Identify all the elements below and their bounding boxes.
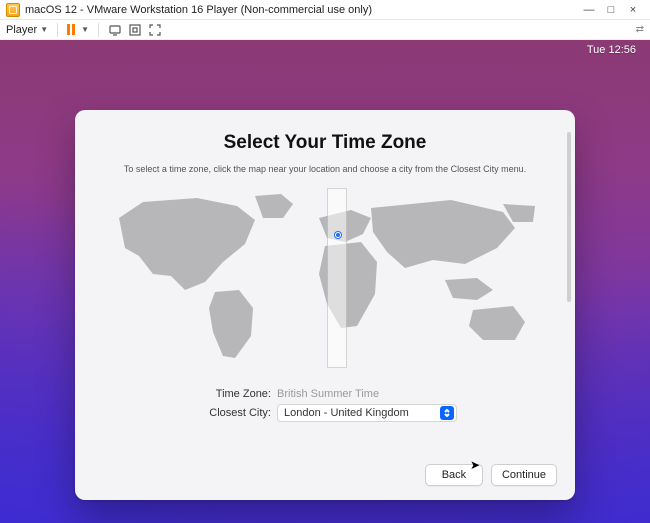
- vmware-app-icon: [6, 3, 20, 17]
- dropdown-icon: ▼: [40, 25, 48, 34]
- setup-assistant-panel: Select Your Time Zone To select a time z…: [75, 110, 575, 500]
- window-maximize-button[interactable]: □: [600, 4, 622, 16]
- separator: [98, 23, 99, 37]
- selected-timezone-band: [327, 188, 347, 368]
- timezone-value: British Summer Time: [277, 388, 379, 400]
- timezone-map[interactable]: [105, 188, 545, 368]
- vmware-toolbar: Player ▼ ▼ ⇄: [0, 20, 650, 40]
- network-indicator-icon: ⇄: [636, 24, 644, 35]
- closest-city-select[interactable]: London - United Kingdom: [277, 404, 457, 422]
- window-close-button[interactable]: ×: [622, 4, 644, 16]
- location-pin-icon: [335, 232, 341, 238]
- window-title: macOS 12 - VMware Workstation 16 Player …: [25, 4, 372, 16]
- dropdown-icon[interactable]: ▼: [81, 25, 89, 34]
- timezone-form: Time Zone: British Summer Time Closest C…: [193, 384, 457, 422]
- send-cad-icon[interactable]: [108, 23, 122, 37]
- closest-city-label: Closest City:: [193, 407, 271, 419]
- panel-instruction: To select a time zone, click the map nea…: [124, 164, 526, 174]
- timezone-label: Time Zone:: [193, 388, 271, 400]
- window-minimize-button[interactable]: —: [578, 4, 600, 16]
- unity-icon[interactable]: [148, 23, 162, 37]
- vmware-titlebar: macOS 12 - VMware Workstation 16 Player …: [0, 0, 650, 20]
- fullscreen-icon[interactable]: [128, 23, 142, 37]
- closest-city-value: London - United Kingdom: [284, 407, 409, 419]
- guest-display[interactable]: Tue 12:56 Select Your Time Zone To selec…: [0, 40, 650, 523]
- player-menu[interactable]: Player ▼: [6, 24, 48, 36]
- scroll-indicator[interactable]: [567, 132, 571, 302]
- continue-button[interactable]: Continue: [491, 464, 557, 486]
- pause-button[interactable]: [67, 24, 75, 35]
- chevron-updown-icon: [440, 406, 454, 420]
- panel-title: Select Your Time Zone: [224, 132, 427, 154]
- player-menu-label: Player: [6, 24, 37, 36]
- menubar-clock: Tue 12:56: [587, 44, 636, 56]
- back-button[interactable]: Back: [425, 464, 483, 486]
- separator: [57, 23, 58, 37]
